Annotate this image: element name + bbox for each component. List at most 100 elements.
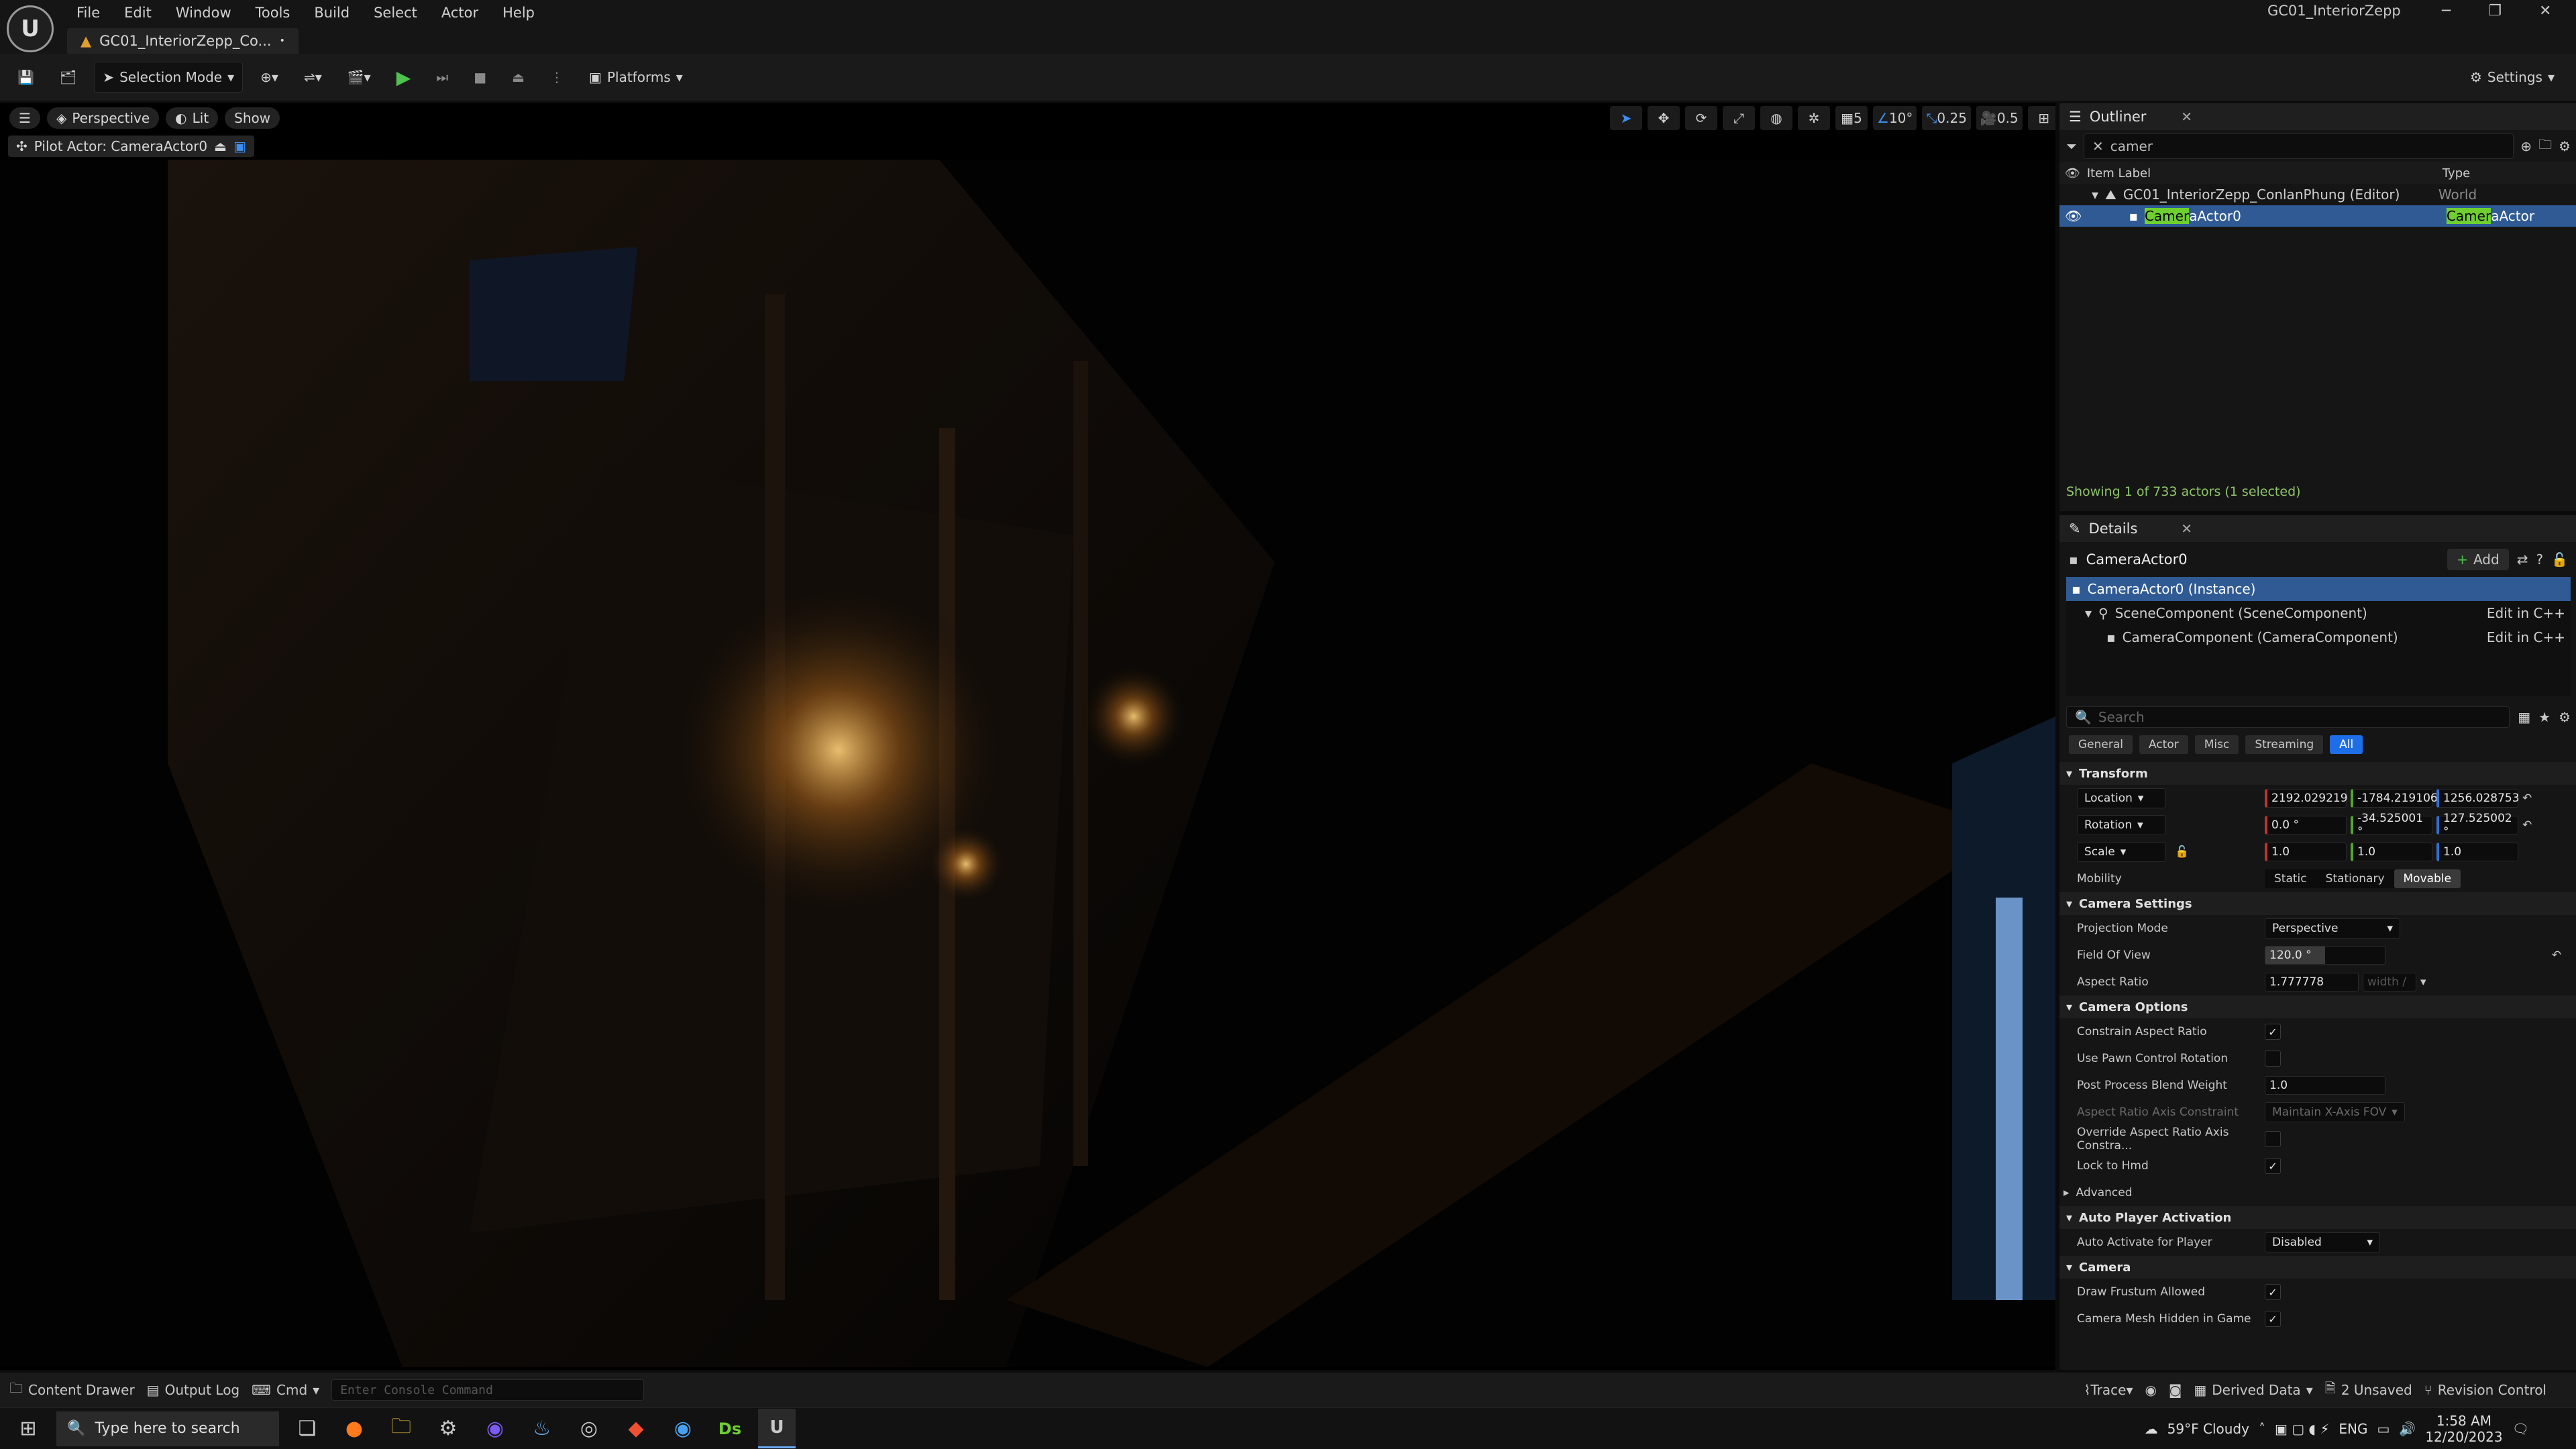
filter-actor[interactable]: Actor <box>2139 735 2188 754</box>
camera-speed-button[interactable]: 🎥 0.5 <box>1976 106 2023 130</box>
menu-window[interactable]: Window <box>166 1 241 24</box>
content-drawer-button[interactable]: 🗀 Content Drawer <box>9 1379 135 1401</box>
blueprint-icon[interactable]: ⇄ <box>2517 551 2528 568</box>
add-actor-icon[interactable]: ⊕▾ <box>252 62 286 92</box>
camera-settings-section[interactable]: ▾ Camera Settings <box>2059 892 2576 915</box>
transform-section[interactable]: ▾ Transform <box>2059 762 2576 785</box>
tray-icons[interactable]: ▣ ▢ ◖ ⚡ <box>2275 1421 2329 1437</box>
camera-section[interactable]: ▾ Camera <box>2059 1256 2576 1279</box>
mobility-movable[interactable]: Movable <box>2394 869 2461 888</box>
outliner-tab[interactable]: ☰ Outliner ✕ <box>2059 103 2576 130</box>
designer-icon[interactable]: Ds <box>711 1410 749 1448</box>
menu-file[interactable]: File <box>67 1 109 24</box>
component-row[interactable]: ▾ ⚲ SceneComponent (SceneComponent) Edit… <box>2066 601 2571 625</box>
edit-cpp-link[interactable]: Edit in C++ <box>2487 605 2565 621</box>
volume-icon[interactable]: 🔊 <box>2399 1421 2416 1437</box>
console-input[interactable]: Enter Console Command <box>331 1379 645 1401</box>
scale-tool-icon[interactable]: ⤢ <box>1723 106 1755 130</box>
fov-slider[interactable]: 120.0 ° <box>2265 946 2385 965</box>
constrain-checkbox[interactable]: ✓ <box>2265 1024 2281 1040</box>
menu-build[interactable]: Build <box>305 1 359 24</box>
save-icon[interactable]: 💾 <box>9 62 42 92</box>
item-label-header[interactable]: Item Label <box>2087 166 2436 180</box>
select-tool-icon[interactable]: ➤ <box>1610 106 1642 130</box>
filter-general[interactable]: General <box>2069 735 2133 754</box>
task-view-icon[interactable]: ❏ <box>288 1410 326 1448</box>
location-z[interactable]: 1256.028753 <box>2436 789 2520 808</box>
network-icon[interactable]: ▭ <box>2377 1421 2390 1437</box>
discord-icon[interactable]: ◉ <box>476 1410 514 1448</box>
lock-ratio-icon[interactable]: 🔓 <box>2175 845 2189 859</box>
level-tab[interactable]: ▲ GC01_InteriorZepp_Co... • <box>67 28 299 54</box>
reset-icon[interactable]: ↶ <box>2552 949 2561 962</box>
eject-icon[interactable]: ⏏ <box>504 62 533 92</box>
frustum-checkbox[interactable]: ✓ <box>2265 1284 2281 1300</box>
restore-icon[interactable]: ❐ <box>2488 3 2502 19</box>
language-label[interactable]: ENG <box>2339 1421 2367 1437</box>
component-row[interactable]: ▪ CameraActor0 (Instance) <box>2066 577 2571 601</box>
clear-search-icon[interactable]: ✕ <box>2092 138 2104 154</box>
lock-hmd-checkbox[interactable]: ✓ <box>2265 1158 2281 1174</box>
cinematics-icon[interactable]: 🎬▾ <box>339 62 379 92</box>
scale-dropdown[interactable]: Scale ▾ <box>2077 842 2165 862</box>
step-icon[interactable]: ⏭ <box>428 62 456 92</box>
add-component-button[interactable]: + Add <box>2447 549 2509 570</box>
pawn-rotation-checkbox[interactable] <box>2265 1051 2281 1067</box>
filter-all[interactable]: All <box>2330 735 2363 754</box>
play-icon[interactable]: ▶ <box>388 62 419 92</box>
gear-icon[interactable]: ⚙ <box>2559 709 2571 725</box>
menu-help[interactable]: Help <box>493 1 544 24</box>
rotation-y[interactable]: -34.525001 ° <box>2351 812 2432 839</box>
scale-z[interactable]: 1.0 <box>2436 843 2518 861</box>
rotation-dropdown[interactable]: Rotation ▾ <box>2077 815 2165 835</box>
cmd-dropdown[interactable]: ⌨ Cmd ▾ <box>252 1382 319 1398</box>
edit-cpp-link[interactable]: Edit in C++ <box>2487 629 2565 645</box>
move-tool-icon[interactable]: ✥ <box>1648 106 1680 130</box>
weather-label[interactable]: 59°F Cloudy <box>2167 1421 2249 1437</box>
clock[interactable]: 1:58 AM 12/20/2023 <box>2425 1413 2502 1445</box>
scale-snap-button[interactable]: ⤡ 0.25 <box>1922 106 1971 130</box>
more-options-icon[interactable]: ⋮ <box>542 62 572 92</box>
content-browser-icon[interactable]: 🗂 <box>52 62 85 92</box>
taskbar-search[interactable]: 🔍 Type here to search <box>56 1411 279 1446</box>
record-icon[interactable]: ◉ <box>2145 1382 2156 1398</box>
viewport-menu-icon[interactable]: ☰ <box>9 107 40 129</box>
location-y[interactable]: -1784.219106 <box>2351 789 2438 808</box>
minimize-icon[interactable]: ─ <box>2442 3 2451 19</box>
mobility-stationary[interactable]: Stationary <box>2316 869 2394 888</box>
auto-activate-dropdown[interactable]: Disabled ▾ <box>2265 1232 2380 1252</box>
firefox-icon[interactable]: ● <box>335 1410 373 1448</box>
chevron-down-icon[interactable]: ▾ <box>2420 975 2426 989</box>
aspect-value[interactable]: 1.777778 <box>2265 973 2359 991</box>
level-viewport[interactable]: ☰ ◈ Perspective ◐ Lit Show ✣ Pilot Actor… <box>0 103 2055 1370</box>
output-log-button[interactable]: ▤ Output Log <box>147 1382 239 1398</box>
mobility-static[interactable]: Static <box>2265 869 2316 888</box>
perspective-button[interactable]: ◈ Perspective <box>46 107 160 129</box>
details-search-input[interactable]: 🔍 Search <box>2066 706 2510 728</box>
grid-snap-button[interactable]: ▦ 5 <box>1835 106 1868 130</box>
unreal-taskbar-icon[interactable]: U <box>758 1409 796 1448</box>
gear-icon[interactable]: ⚙ <box>2559 138 2571 154</box>
filter-misc[interactable]: Misc <box>2194 735 2239 754</box>
viewport-layout-icon[interactable]: ⊞ <box>2027 106 2055 130</box>
lit-button[interactable]: ◐ Lit <box>166 107 219 129</box>
rotate-tool-icon[interactable]: ⟳ <box>1685 106 1717 130</box>
add-filter-icon[interactable]: ⊕ <box>2520 138 2532 154</box>
rotation-z[interactable]: 127.525002 ° <box>2436 812 2518 839</box>
scale-x[interactable]: 1.0 <box>2265 843 2347 861</box>
selection-mode-dropdown[interactable]: ➤ Selection Mode ▾ <box>94 62 244 93</box>
menu-select[interactable]: Select <box>364 1 427 24</box>
menu-edit[interactable]: Edit <box>115 1 161 24</box>
blueprint-icon[interactable]: ⇌▾ <box>296 62 330 92</box>
auto-player-section[interactable]: ▾ Auto Player Activation <box>2059 1206 2576 1229</box>
world-space-icon[interactable]: ◍ <box>1760 106 1792 130</box>
favorite-icon[interactable]: ★ <box>2538 709 2551 725</box>
camera-icon[interactable]: ◙ <box>2169 1382 2182 1398</box>
close-icon[interactable]: ✕ <box>2181 109 2192 125</box>
unreal-logo-icon[interactable]: U <box>7 5 54 52</box>
brave-icon[interactable]: ◆ <box>617 1410 655 1448</box>
surface-snap-icon[interactable]: ✲ <box>1798 106 1830 130</box>
component-row[interactable]: ▪ CameraComponent (CameraComponent) Edit… <box>2066 625 2571 649</box>
visibility-icon[interactable]: 👁 <box>2065 208 2082 224</box>
outliner-search-input[interactable]: ✕ camer <box>2084 133 2514 159</box>
